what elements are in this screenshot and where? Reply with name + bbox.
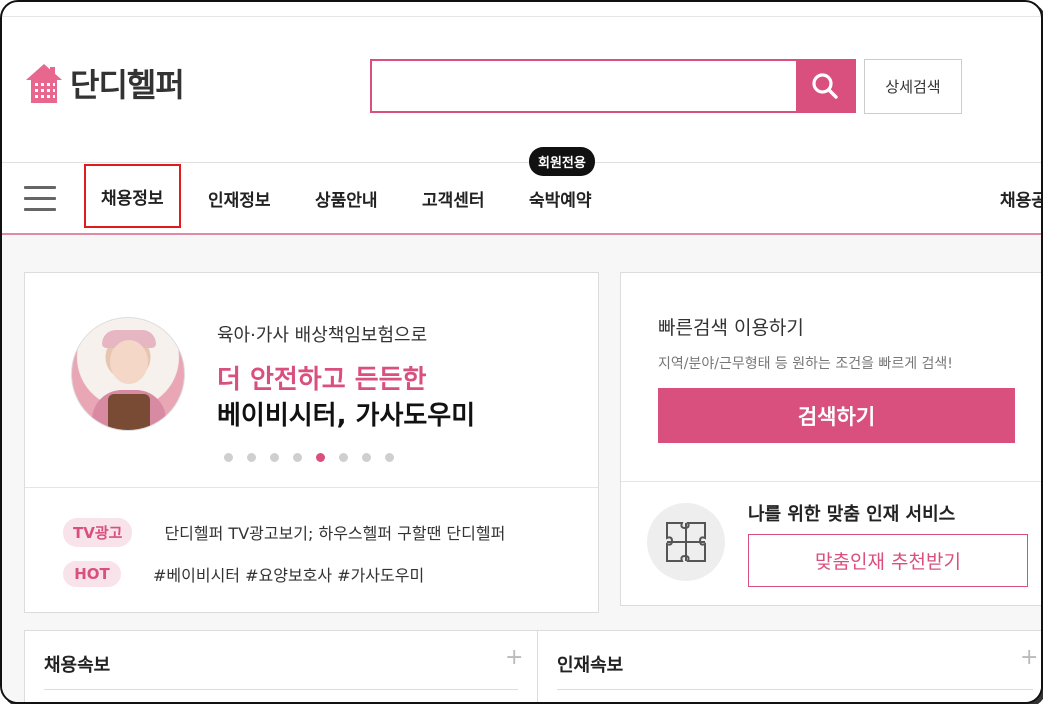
tv-ad-text[interactable]: 단디헬퍼 TV광고보기; 하우스헬퍼 구할땐 단디헬퍼 <box>164 520 505 544</box>
tag-row-hot[interactable]: HOT #베이비시터 #요양보호사 #가사도우미 <box>63 560 505 588</box>
carousel-dot[interactable] <box>224 453 233 462</box>
talent-news-more-icon[interactable]: + <box>1020 645 1038 670</box>
quick-search-button[interactable]: 검색하기 <box>658 388 1015 443</box>
puzzle-icon <box>647 503 725 581</box>
quick-search-subtitle: 지역/분야/근무형태 등 원하는 조건을 빠르게 검색! <box>658 356 953 372</box>
helper-photo <box>71 317 185 431</box>
job-news-more-icon[interactable]: + <box>505 645 523 670</box>
quick-search-title: 빠른검색 이용하기 <box>658 317 804 339</box>
talent-news-divider <box>557 689 1033 690</box>
carousel-dot[interactable] <box>270 453 279 462</box>
job-news-section: 채용속보 + <box>24 630 538 702</box>
nav-item-job-posting[interactable]: 채용공 <box>1000 163 1041 234</box>
talent-news-section: 인재속보 + <box>537 630 1041 702</box>
promo-banner[interactable]: 육아·가사 배상책임보험으로 더 안전하고 든든한 베이비시터, 가사도우미 <box>25 273 598 488</box>
page-frame: 단디헬퍼 상세검색 채용정보 인재정보 상품안내 고객센터 숙박예약 회원전용 … <box>0 0 1043 704</box>
carousel-dots <box>224 453 394 462</box>
search-input[interactable] <box>372 61 798 111</box>
banner-subtitle: 육아·가사 배상책임보험으로 <box>217 325 428 346</box>
house-logo-icon <box>26 64 62 103</box>
nav-item-jobs[interactable]: 채용정보 <box>84 164 181 228</box>
quick-search-card: 빠른검색 이용하기 지역/분야/근무형태 등 원하는 조건을 빠르게 검색! 검… <box>620 272 1041 606</box>
carousel-dot[interactable] <box>339 453 348 462</box>
carousel-dot[interactable] <box>316 453 325 462</box>
promo-card: 육아·가사 배상책임보험으로 더 안전하고 든든한 베이비시터, 가사도우미 T… <box>24 272 599 613</box>
carousel-dot[interactable] <box>247 453 256 462</box>
main-nav: 채용정보 인재정보 상품안내 고객센터 숙박예약 회원전용 채용공 <box>2 147 1041 235</box>
tag-row-tv[interactable]: TV광고 단디헬퍼 TV광고보기; 하우스헬퍼 구할땐 단디헬퍼 <box>63 517 505 547</box>
banner-highlight: 더 안전하고 든든한 <box>217 365 427 395</box>
hot-pill: HOT <box>63 561 121 587</box>
tv-ad-pill: TV광고 <box>63 517 133 547</box>
carousel-dot[interactable] <box>385 453 394 462</box>
hot-tags-text[interactable]: #베이비시터 #요양보호사 #가사도우미 <box>153 562 424 586</box>
search-box <box>370 59 856 113</box>
matching-title: 나를 위한 맞춤 인재 서비스 <box>748 504 956 525</box>
advanced-search-button[interactable]: 상세검색 <box>864 59 962 114</box>
carousel-dot[interactable] <box>293 453 302 462</box>
search-icon <box>812 73 838 99</box>
carousel-dot[interactable] <box>362 453 371 462</box>
talent-news-title: 인재속보 <box>557 655 624 676</box>
top-divider <box>2 16 1041 17</box>
matching-button[interactable]: 맞춤인재 추천받기 <box>748 534 1028 587</box>
job-news-divider <box>44 689 518 690</box>
members-only-badge: 회원전용 <box>529 147 595 176</box>
banner-title: 베이비시터, 가사도우미 <box>217 401 476 431</box>
nav-item-products[interactable]: 상품안내 <box>315 163 378 234</box>
site-logo[interactable]: 단디헬퍼 <box>24 58 185 108</box>
nav-item-support[interactable]: 고객센터 <box>422 163 485 234</box>
nav-item-talent[interactable]: 인재정보 <box>208 163 271 234</box>
quick-search-panel: 빠른검색 이용하기 지역/분야/근무형태 등 원하는 조건을 빠르게 검색! 검… <box>621 273 1041 482</box>
tag-list: TV광고 단디헬퍼 TV광고보기; 하우스헬퍼 구할땐 단디헬퍼 HOT #베이… <box>63 517 505 602</box>
search-button[interactable] <box>796 61 854 111</box>
job-news-title: 채용속보 <box>44 655 111 676</box>
logo-text: 단디헬퍼 <box>70 66 185 104</box>
menu-icon[interactable] <box>24 186 56 212</box>
